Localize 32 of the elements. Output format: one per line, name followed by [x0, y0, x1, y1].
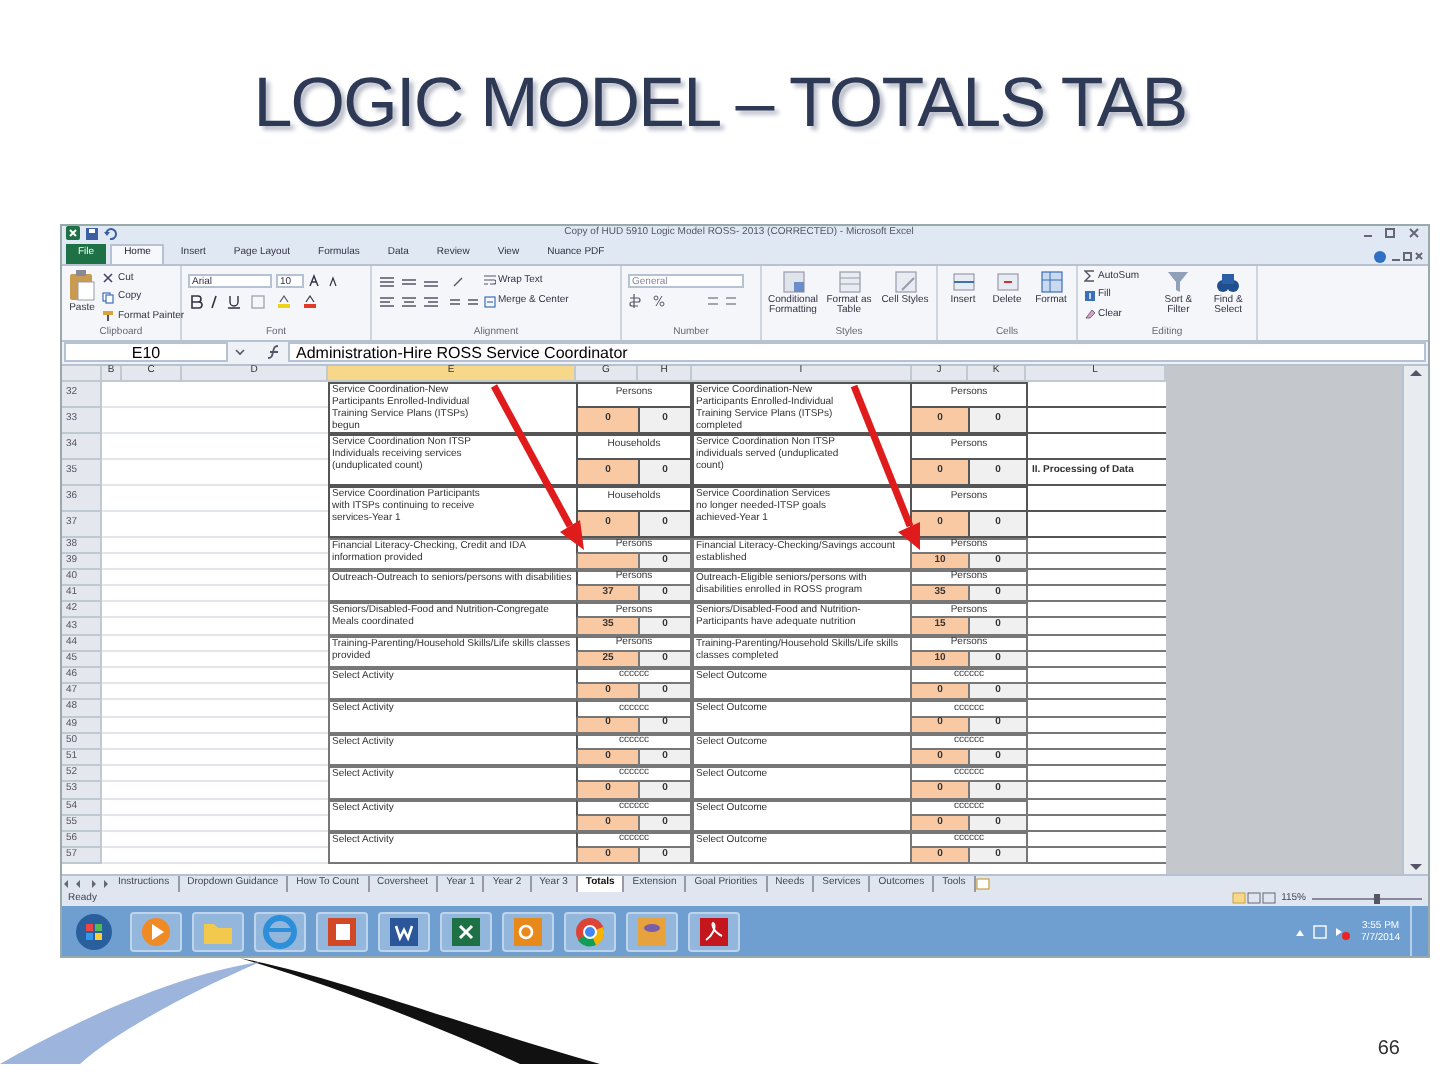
formula-field[interactable]: Administration-Hire ROSS Service Coordinator: [288, 342, 1426, 363]
spreadsheet-app-icon[interactable]: [66, 226, 80, 241]
vertical-scrollbar[interactable]: [1402, 365, 1428, 874]
tab-navigation-icon[interactable]: [62, 877, 110, 890]
scissors-icon: [102, 272, 114, 285]
new-sheet-icon[interactable]: [975, 877, 992, 890]
browser-icon[interactable]: [260, 911, 300, 952]
tray-icons[interactable]: [1291, 923, 1352, 940]
save-icon[interactable]: [86, 227, 98, 240]
format-table-icon: [837, 269, 861, 294]
function-icon[interactable]: [264, 342, 284, 363]
find-select-icon: [1216, 269, 1241, 294]
slide-title: LOGIC MODEL – TOTALS TAB: [253, 61, 1187, 146]
cell-styles-icon: [893, 269, 917, 294]
start-button[interactable]: [74, 911, 114, 952]
copy-icon: [102, 291, 114, 304]
slider-thumb[interactable]: [1374, 893, 1381, 904]
wrap-icon: [484, 274, 496, 287]
window-controls-icon[interactable]: [1360, 226, 1424, 241]
page-number: 66: [1377, 1036, 1402, 1064]
undo-icon[interactable]: [104, 227, 118, 240]
brush-icon: [102, 310, 114, 323]
eraser-icon: [1084, 308, 1096, 321]
sigma-icon: [1084, 270, 1096, 283]
merge-icon: [484, 295, 496, 308]
fill-down-icon: [1084, 289, 1096, 302]
conditional-formatting-icon: [781, 269, 805, 294]
delete-icon: [995, 269, 1019, 294]
insert-icon: [951, 269, 975, 294]
format-icon: [1039, 269, 1063, 294]
name-box[interactable]: E10: [64, 342, 228, 363]
text-align-icons[interactable]: [378, 294, 478, 309]
